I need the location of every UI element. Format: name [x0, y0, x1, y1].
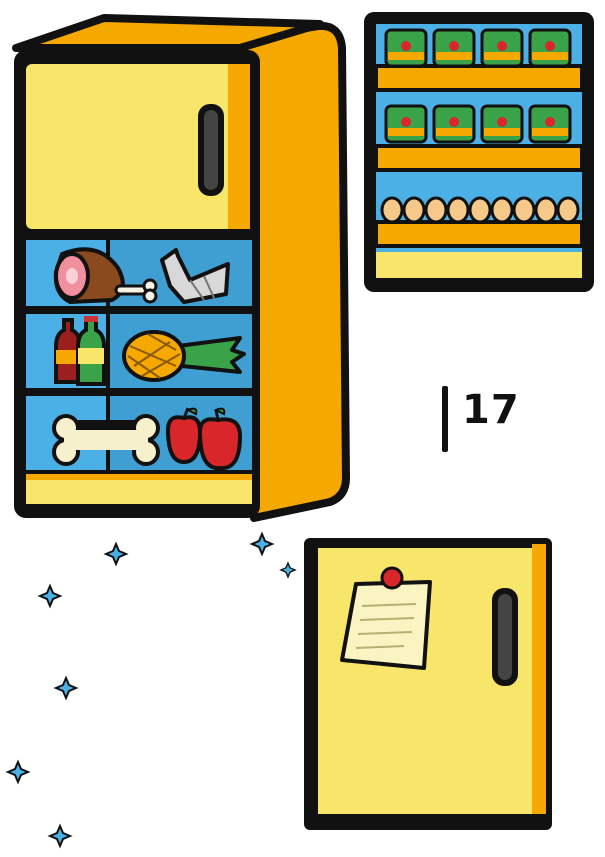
eggs-row: [380, 196, 580, 224]
sparkle-icon: [103, 541, 129, 567]
sparkle-icon: [249, 531, 275, 557]
page-number-text: 17: [462, 387, 520, 433]
memo-note-icon: [340, 566, 432, 670]
sparkle-icon: [47, 823, 73, 849]
fridge-door-piece[interactable]: [304, 538, 552, 830]
sparkle-markers: [5, 531, 297, 849]
page-number-bar: [442, 386, 448, 452]
open-fridge[interactable]: [12, 14, 350, 522]
page-number: 17: [442, 386, 520, 456]
door-shelf-piece[interactable]: [364, 12, 594, 292]
sparkle-icon: [5, 759, 31, 785]
sparkle-icon: [37, 583, 63, 609]
sparkle-icon: [53, 675, 79, 701]
sparkle-icon: [279, 561, 297, 579]
